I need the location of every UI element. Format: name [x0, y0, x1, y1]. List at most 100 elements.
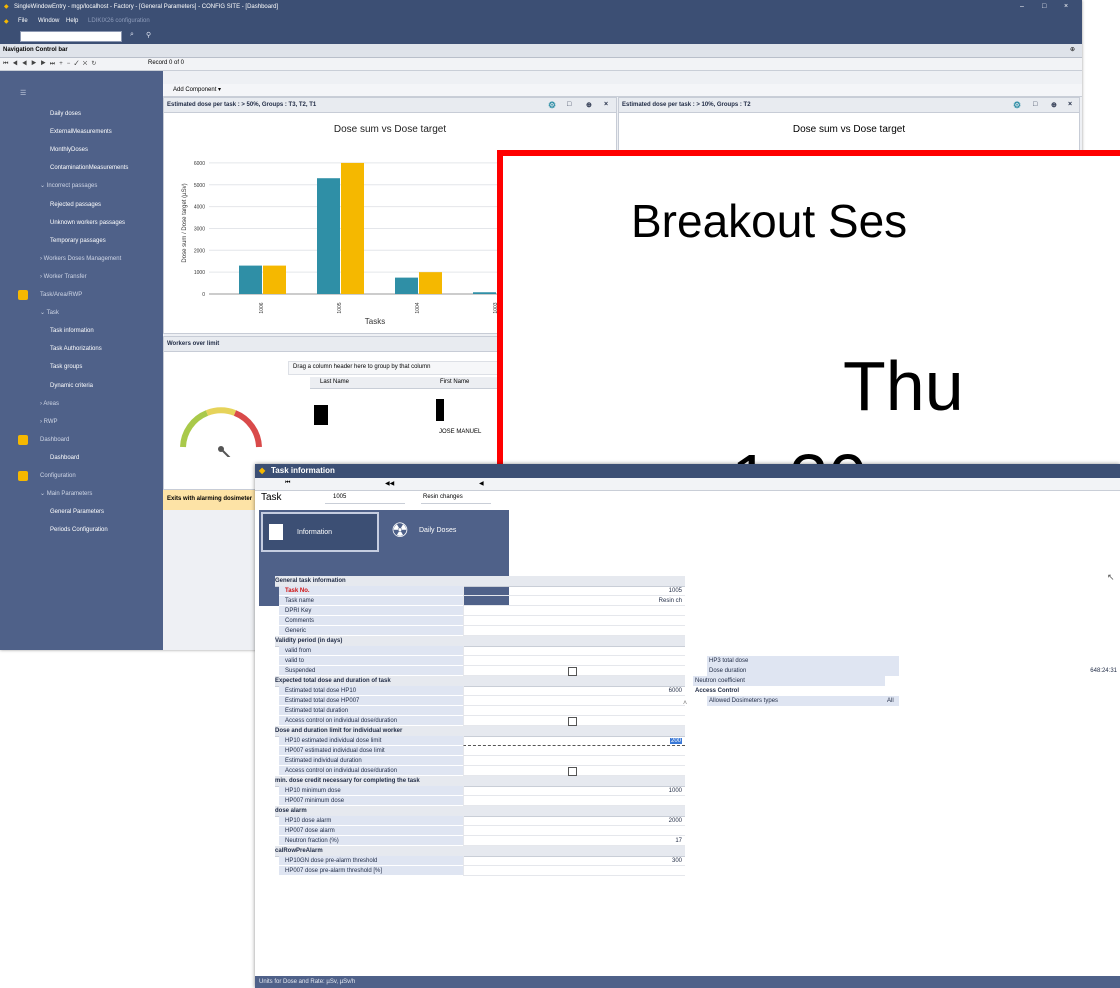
property-value[interactable]: 6000	[463, 686, 685, 696]
checkbox[interactable]	[568, 767, 577, 776]
toolbar-combo[interactable]	[20, 31, 122, 42]
col-first-name[interactable]: First Name	[440, 379, 469, 385]
sidebar-item[interactable]: › Areas	[0, 395, 163, 413]
property-value[interactable]	[463, 796, 685, 806]
tab-daily-doses[interactable]: ☢ Daily Doses	[385, 512, 507, 552]
prev-page-icon[interactable]: ◀◀	[385, 480, 394, 487]
menu-file[interactable]: File	[18, 18, 28, 24]
grid-group-hint: Drag a column header here to group by th…	[293, 364, 431, 370]
menu-help[interactable]: Help	[66, 18, 78, 24]
task-right-grid: HP3 total dose Dose duration 648:24:31 Neut…	[691, 656, 1120, 716]
sidebar-item[interactable]: Task Authorizations	[0, 340, 163, 358]
property-value[interactable]	[463, 626, 685, 636]
property-value[interactable]	[463, 656, 685, 666]
checkbox[interactable]	[568, 667, 577, 676]
property-value[interactable]: 648:24:31	[887, 666, 1117, 676]
sidebar-item[interactable]: Rejected passages	[0, 196, 163, 214]
panel-max-icon[interactable]: □	[567, 101, 571, 108]
panel-close-icon[interactable]: ×	[604, 101, 608, 108]
sidebar-item[interactable]: ⌄ Task	[0, 304, 163, 322]
chevron-up-icon[interactable]: ˄	[683, 700, 687, 707]
sidebar-item[interactable]: Periods Configuration	[0, 521, 163, 539]
panel-max-icon[interactable]: □	[1033, 101, 1037, 108]
sidebar-item[interactable]: ExternalMeasurements	[0, 123, 163, 141]
property-value[interactable]	[887, 676, 1117, 686]
cursor-icon: ↖	[1107, 572, 1115, 582]
prev-record-icon[interactable]: ◀	[479, 480, 484, 487]
property-value[interactable]	[463, 866, 685, 876]
sidebar-item[interactable]: Unknown workers passages	[0, 214, 163, 232]
sidebar-item[interactable]: › Worker Transfer	[0, 268, 163, 286]
property-value[interactable]	[463, 706, 685, 716]
property-value[interactable]: 200	[463, 736, 685, 746]
panel-close-icon[interactable]: ×	[1068, 101, 1072, 108]
task-no-field[interactable]: 1005	[325, 492, 405, 504]
settings-icon[interactable]: ⚙	[548, 100, 556, 111]
sidebar-item[interactable]: Dashboard	[0, 431, 163, 449]
property-value[interactable]	[463, 616, 685, 626]
navigator-buttons[interactable]: ⏮◀◀▶▶⏭+−✓✕↻	[3, 60, 100, 68]
sidebar-item[interactable]: ⌄ Main Parameters	[0, 485, 163, 503]
property-value[interactable]: 1005	[463, 586, 685, 596]
settings-icon[interactable]: ⚙	[1013, 100, 1021, 111]
sidebar-item[interactable]: Task/Area/RWP	[0, 286, 163, 304]
sidebar-item[interactable]: ContaminationMeasurements	[0, 159, 163, 177]
x-tick-label: 1006	[259, 302, 265, 313]
sidebar-item[interactable]: ⌄ Incorrect passages	[0, 177, 163, 195]
sidebar-item[interactable]: General Parameters	[0, 503, 163, 521]
redaction-box	[436, 399, 444, 421]
sidebar-item[interactable]: Dynamic criteria	[0, 377, 163, 395]
sidebar-item[interactable]: Dashboard	[0, 449, 163, 467]
property-value[interactable]	[463, 606, 685, 616]
maximize-button[interactable]: □	[1042, 3, 1046, 10]
chart-title-right: Dose sum vs Dose target	[792, 124, 906, 135]
sidebar-item[interactable]: Temporary passages	[0, 232, 163, 250]
panel-pin-icon[interactable]: ⊕	[586, 101, 592, 109]
close-button[interactable]: ×	[1064, 3, 1068, 10]
property-value[interactable]	[463, 766, 685, 776]
pin-icon[interactable]: ⊕	[1070, 46, 1075, 53]
sidebar-item-label: Configuration	[40, 473, 76, 479]
property-value[interactable]	[463, 746, 685, 756]
property-value[interactable]: 300	[463, 856, 685, 866]
search-icon[interactable]: ⌕	[130, 31, 134, 39]
task-name-field[interactable]: Resin changes	[421, 492, 491, 504]
property-value[interactable]	[463, 826, 685, 836]
property-value[interactable]	[887, 686, 1117, 696]
col-last-name[interactable]: Last Name	[320, 379, 349, 385]
property-label: Neutron coefficient	[693, 676, 885, 686]
first-record-icon[interactable]: ⏮	[285, 480, 290, 487]
sidebar-item[interactable]: Daily doses	[0, 105, 163, 123]
sidebar-item[interactable]: Configuration	[0, 467, 163, 485]
menu-window[interactable]: Window	[38, 18, 59, 24]
add-component-button[interactable]: Add Component ▾	[173, 86, 221, 93]
tab-information[interactable]: Information	[261, 512, 379, 552]
sidebar-item[interactable]: MonthlyDoses	[0, 141, 163, 159]
menu-configuration[interactable]: LDIKIX26 configuration	[88, 18, 150, 24]
property-value[interactable]: 1000	[463, 786, 685, 796]
property-value[interactable]: Resin ch	[463, 596, 685, 606]
sidebar-item[interactable]: › RWP	[0, 413, 163, 431]
property-value[interactable]	[463, 696, 685, 706]
hamburger-icon[interactable]: ☰	[20, 89, 26, 97]
selected-value[interactable]: 200	[669, 738, 682, 744]
sidebar-item[interactable]: Task information	[0, 322, 163, 340]
property-value[interactable]	[463, 756, 685, 766]
grid-cell-first-name[interactable]: JOSE MANUEL	[439, 429, 481, 435]
property-value[interactable]: All	[887, 696, 1117, 706]
sidebar-item[interactable]: Task groups	[0, 358, 163, 376]
property-value[interactable]: 2000	[463, 816, 685, 826]
filter-icon[interactable]: ⚲	[146, 31, 151, 39]
property-value[interactable]: 17	[463, 836, 685, 846]
checkbox[interactable]	[568, 717, 577, 726]
status-text: Units for Dose and Rate: µSv, µSv/h	[259, 979, 356, 985]
minimize-button[interactable]: –	[1020, 3, 1024, 10]
property-value[interactable]	[463, 646, 685, 656]
property-value[interactable]	[463, 716, 685, 726]
property-value[interactable]	[463, 666, 685, 676]
sidebar-item[interactable]: › Workers Doses Management	[0, 250, 163, 268]
chart-title: Dose sum vs Dose target	[334, 124, 446, 135]
property-value[interactable]	[887, 656, 1117, 666]
property-label: Generic	[279, 626, 463, 636]
panel-pin-icon[interactable]: ⊕	[1051, 101, 1057, 109]
